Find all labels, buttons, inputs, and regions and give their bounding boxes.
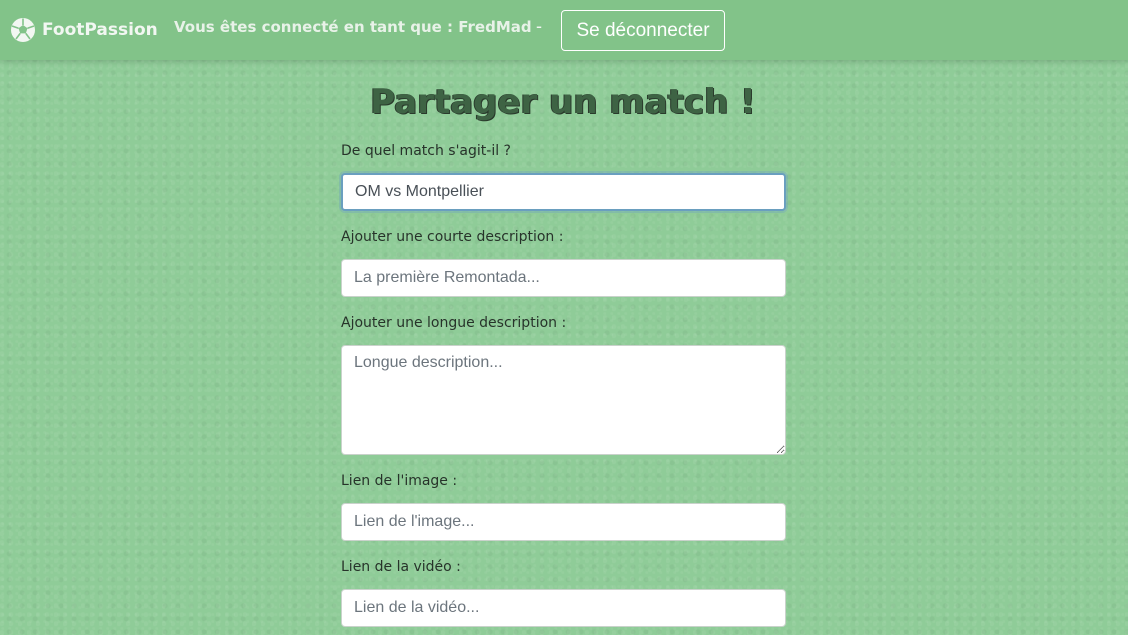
nav-separator: - [536,16,542,36]
page-title: Partager un match ! [370,82,756,122]
soccer-ball-icon [10,17,36,43]
long-description-textarea[interactable] [341,345,786,455]
long-description-label: Ajouter une longue description : [341,315,567,331]
user-status: Vous êtes connecté en tant que : FredMad [174,18,532,36]
short-description-label: Ajouter une courte description : [341,229,564,245]
match-input[interactable] [341,173,786,211]
short-description-input[interactable] [341,259,786,297]
brand-link[interactable]: FootPassion [10,15,158,45]
logout-button[interactable]: Se déconnecter [561,10,725,51]
top-navbar: FootPassion Vous êtes connecté en tant q… [0,0,1128,60]
brand-name: FootPassion [42,20,158,40]
video-link-label: Lien de la vidéo : [341,559,461,575]
image-link-label: Lien de l'image : [341,473,458,489]
image-link-input[interactable] [341,503,786,541]
video-link-input[interactable] [341,589,786,627]
match-label: De quel match s'agit-il ? [341,143,511,159]
